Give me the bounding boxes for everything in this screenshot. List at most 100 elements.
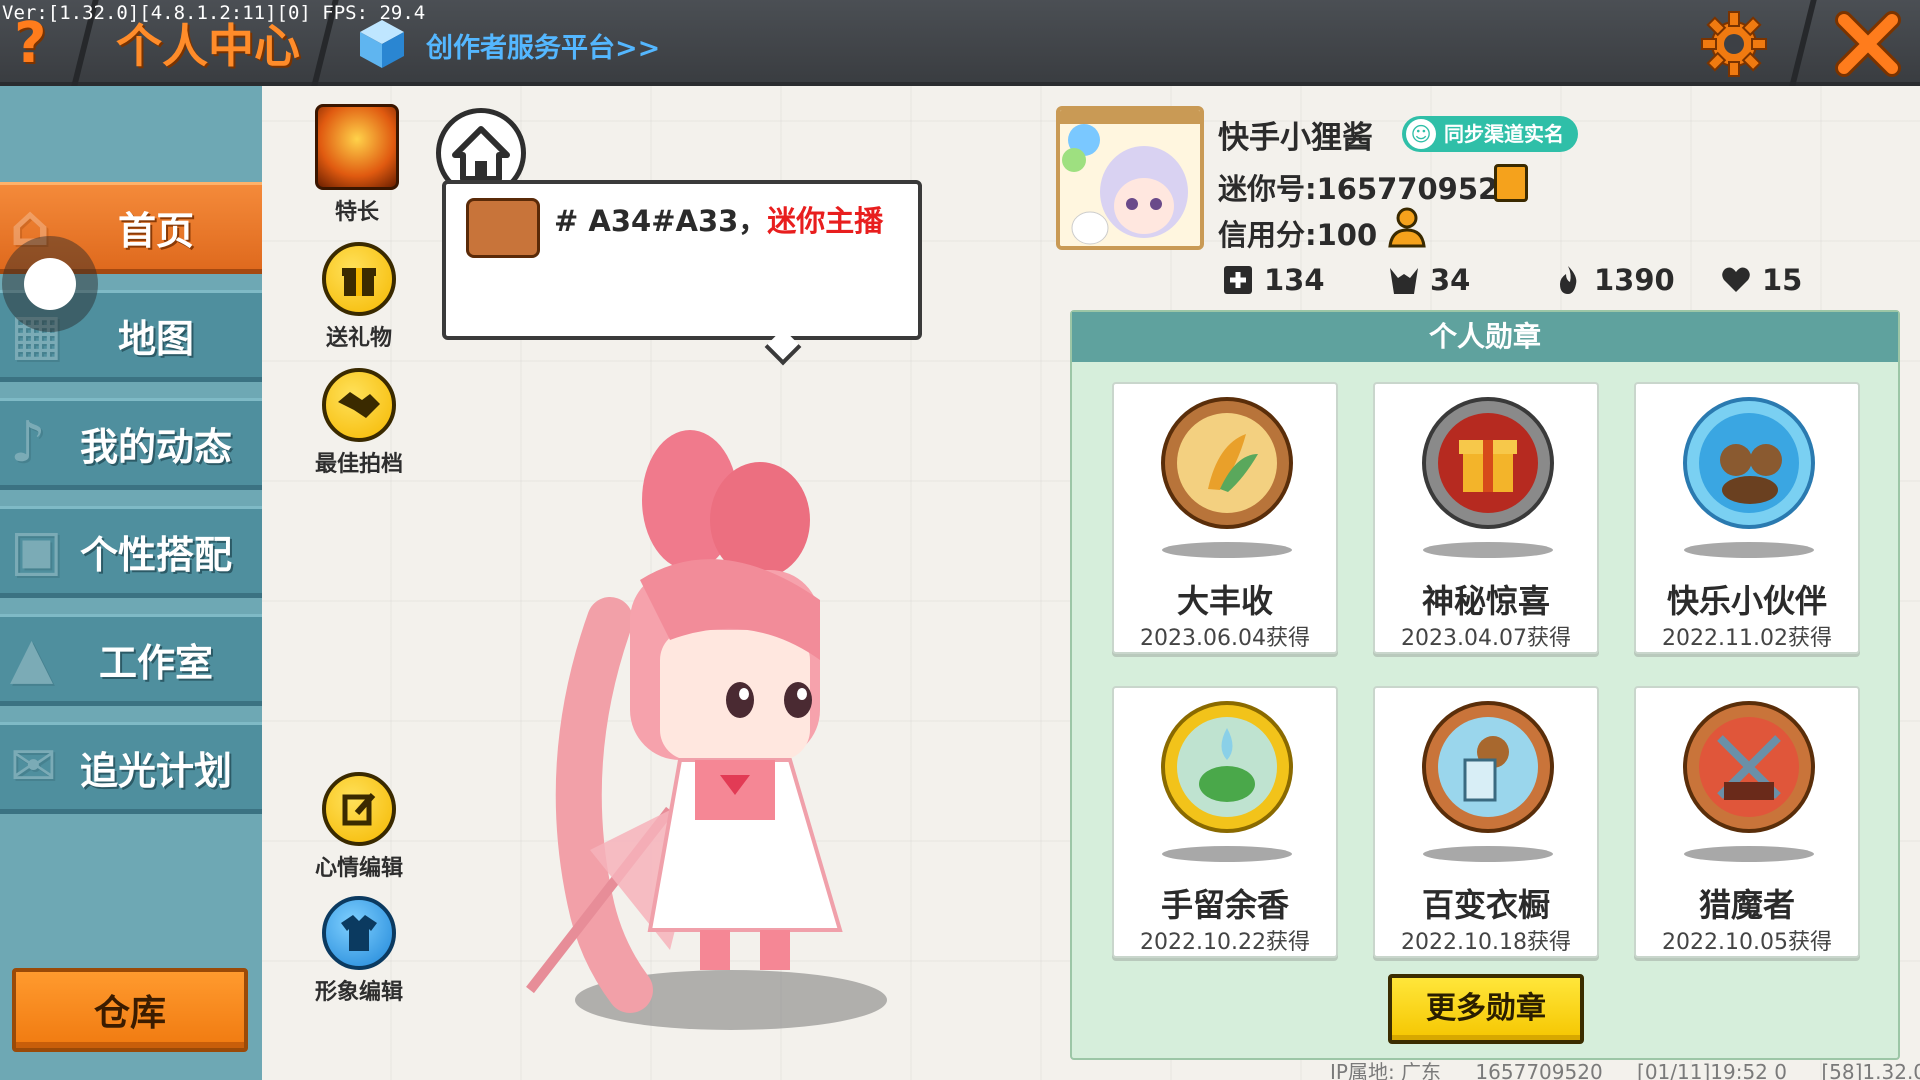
hearts-stat: 15 — [1720, 262, 1802, 298]
likes-stat: 34 — [1388, 262, 1470, 298]
medal-shadow — [1423, 846, 1553, 862]
sidebar-item-light-plan[interactable]: ✉ 追光计划 — [0, 722, 262, 814]
hearts-count: 15 — [1762, 263, 1803, 297]
medal-card[interactable]: 大丰收 2023.06.04获得 — [1112, 382, 1338, 654]
medal-date: 2022.11.02获得 — [1662, 626, 1832, 651]
medal-date: 2022.10.18获得 — [1401, 930, 1571, 955]
avatar-edit-button[interactable]: 形象编辑 — [304, 896, 414, 1006]
send-gift-label: 送礼物 — [325, 326, 392, 351]
friends-stat: 134 — [1222, 262, 1325, 298]
outfit-nav-icon: ▣ — [10, 518, 63, 583]
best-partner-button[interactable]: 最佳拍档 — [304, 368, 414, 478]
credit-score: 信用分:100 — [1218, 218, 1378, 252]
status-highlight: 迷你主播 — [767, 204, 884, 238]
avatar-edit-label: 形象编辑 — [314, 980, 403, 1005]
demon-hunter-medal-icon — [1683, 701, 1815, 833]
sidebar-item-studio[interactable]: ▲ 工作室 — [0, 614, 262, 706]
credit-user-icon[interactable] — [1386, 206, 1428, 250]
side-navigation: ⌂ 首页 ▦ 地图 ♪ 我的动态 ▣ 个性搭配 ▲ 工作室 ✉ 追光计划 仓库 — [0, 86, 262, 1080]
mood-edit-button[interactable]: 心情编辑 — [304, 772, 414, 882]
medal-date: 2023.04.07获得 — [1401, 626, 1571, 651]
specialty-label: 特长 — [334, 200, 379, 225]
medal-name: 大丰收 — [1176, 582, 1273, 620]
player-character[interactable] — [520, 430, 900, 1020]
cube-icon — [360, 20, 404, 68]
realname-sync-badge[interactable]: ☺ 同步渠道实名 — [1402, 116, 1578, 152]
user-verify-icon: ☺ — [1406, 119, 1436, 149]
mood-edit-label: 心情编辑 — [314, 856, 403, 881]
medal-date: 2023.06.04获得 — [1140, 626, 1310, 651]
shirt-icon — [322, 896, 396, 970]
top-bar: ? 个人中心 创作者服务平台>> Ver:[1.32.0][4.8.1.2:11… — [0, 0, 1920, 86]
medal-panel: 个人勋章 大丰收 2023.06.04获得 神秘惊喜 2023.04.07获得 — [1070, 310, 1900, 1060]
avatar[interactable] — [1056, 106, 1204, 250]
copy-icon[interactable] — [1494, 164, 1528, 202]
medal-name: 手留余香 — [1160, 886, 1289, 924]
status-prefix: # A34#A33， — [554, 204, 768, 238]
medal-shadow — [1423, 542, 1553, 558]
footer-time: [01/11]19:52 0 — [1637, 1060, 1787, 1080]
medal-card[interactable]: 猎魔者 2022.10.05获得 — [1634, 686, 1860, 958]
medal-shadow — [1162, 846, 1292, 862]
sidebar-item-label: 地图 — [117, 316, 194, 361]
happy-partner-medal-icon — [1683, 397, 1815, 529]
mood-emoji-icon — [466, 198, 540, 258]
ip-location: IP属地: 广东 — [1330, 1060, 1442, 1080]
lingering-fragrance-medal-icon — [1161, 701, 1293, 833]
divider — [1789, 0, 1817, 86]
flame-icon — [1560, 266, 1577, 294]
edit-icon — [322, 772, 396, 846]
wardrobe-medal-icon — [1422, 701, 1554, 833]
sidebar-item-my-posts[interactable]: ♪ 我的动态 — [0, 398, 262, 490]
gear-icon[interactable] — [1700, 10, 1768, 78]
plus-square-icon — [1224, 266, 1252, 294]
medal-name: 百变衣橱 — [1421, 886, 1550, 924]
medal-date: 2022.10.05获得 — [1662, 930, 1832, 955]
warehouse-button[interactable]: 仓库 — [12, 968, 248, 1052]
mystery-gift-medal-icon — [1422, 397, 1554, 529]
medal-card[interactable]: 百变衣橱 2022.10.18获得 — [1373, 686, 1599, 958]
status-bubble: # A34#A33，迷你主播 — [442, 180, 922, 340]
medal-card[interactable]: 神秘惊喜 2023.04.07获得 — [1373, 382, 1599, 654]
send-gift-button[interactable]: 送礼物 — [304, 242, 414, 352]
more-medals-button[interactable]: 更多勋章 — [1388, 974, 1584, 1044]
medal-shadow — [1162, 542, 1292, 558]
sidebar-item-label: 追光计划 — [79, 748, 232, 793]
realname-badge-label: 同步渠道实名 — [1444, 122, 1564, 146]
sidebar-item-label: 首页 — [117, 208, 194, 253]
best-partner-label: 最佳拍档 — [314, 452, 403, 477]
sidebar-item-label: 个性搭配 — [79, 532, 232, 577]
creator-platform-link[interactable]: 创作者服务平台>> — [426, 26, 660, 65]
medal-date: 2022.10.22获得 — [1140, 930, 1310, 955]
likes-count: 34 — [1430, 263, 1471, 297]
gift-icon — [322, 242, 396, 316]
footer-build: [58]1.32.0 — [1821, 1060, 1920, 1080]
heat-stat: 1390 — [1552, 262, 1675, 298]
virtual-joystick[interactable] — [2, 236, 98, 332]
username: 快手小狸酱 — [1218, 120, 1373, 156]
close-icon[interactable] — [1832, 8, 1904, 80]
medal-shadow — [1684, 846, 1814, 862]
sidebar-item-label: 我的动态 — [79, 424, 232, 469]
joystick-knob[interactable] — [24, 258, 76, 310]
handshake-icon — [322, 368, 396, 442]
sidebar-item-outfit[interactable]: ▣ 个性搭配 — [0, 506, 262, 598]
sidebar-item-label: 工作室 — [98, 640, 213, 685]
flame-figure-icon — [315, 104, 399, 190]
heart-icon — [1722, 267, 1750, 292]
studio-nav-icon: ▲ — [10, 626, 54, 691]
friends-count: 134 — [1264, 263, 1325, 297]
harvest-medal-icon — [1161, 397, 1293, 529]
heat-count: 1390 — [1594, 263, 1675, 297]
medal-name: 神秘惊喜 — [1421, 582, 1550, 620]
light-plan-nav-icon: ✉ — [10, 734, 57, 799]
specialty-button[interactable]: 特长 — [302, 104, 412, 226]
medal-card[interactable]: 快乐小伙伴 2022.11.02获得 — [1634, 382, 1860, 654]
medal-shadow — [1684, 542, 1814, 558]
mini-id: 迷你号:1657709520 — [1218, 172, 1519, 206]
bell-nav-icon: ♪ — [10, 410, 46, 475]
footer-info: IP属地: 广东 1657709520 [01/11]19:52 0 [58]1… — [1330, 1056, 1920, 1080]
medal-panel-header: 个人勋章 — [1072, 312, 1898, 362]
version-info: Ver:[1.32.0][4.8.1.2:11][0] FPS: 29.4 — [2, 2, 426, 24]
medal-card[interactable]: 手留余香 2022.10.22获得 — [1112, 686, 1338, 958]
